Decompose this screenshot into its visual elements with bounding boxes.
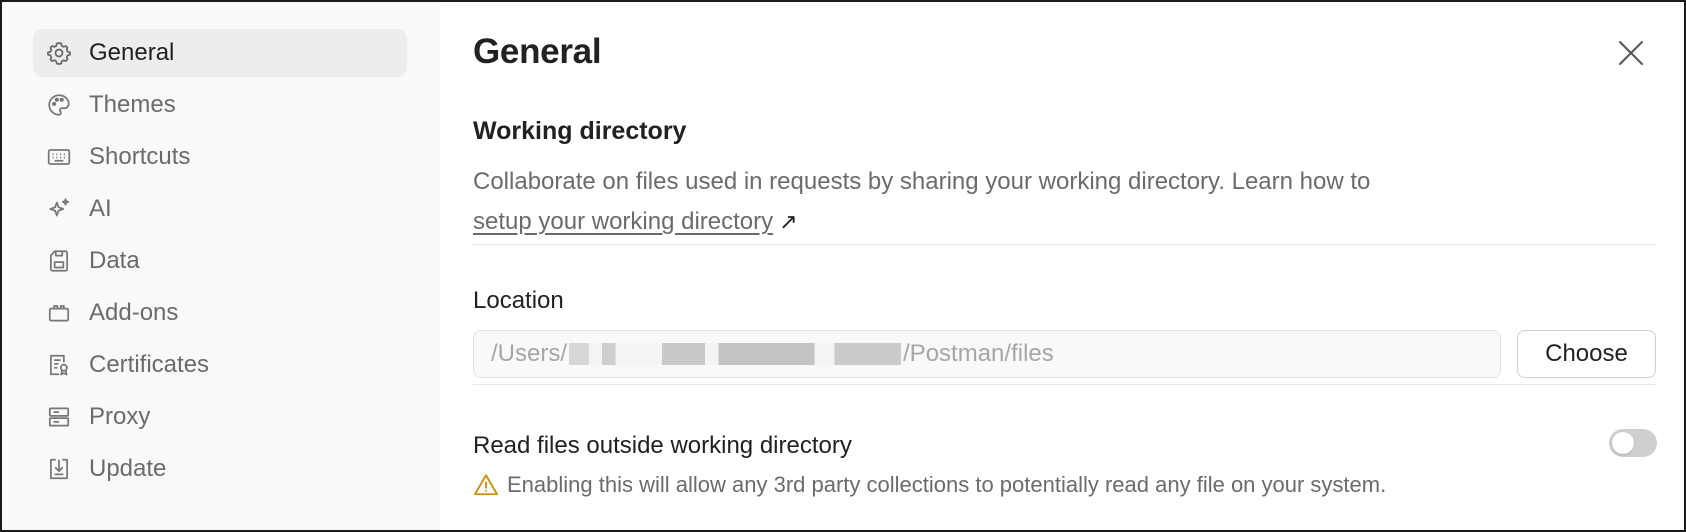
external-link-arrow-icon: ↗	[779, 209, 798, 234]
warning-text: Enabling this will allow any 3rd party c…	[507, 472, 1387, 497]
sidebar-item-themes[interactable]: Themes	[33, 81, 407, 129]
sidebar-item-label: Themes	[89, 91, 176, 118]
description-text: Collaborate on files used in requests by…	[473, 168, 1371, 195]
palette-icon	[46, 92, 72, 118]
gear-icon	[46, 40, 72, 66]
warning-message: Enabling this will allow any 3rd party c…	[473, 472, 1386, 498]
sidebar-item-label: General	[89, 39, 175, 66]
page-title: General	[473, 32, 602, 71]
sidebar-item-shortcuts[interactable]: Shortcuts	[33, 133, 407, 181]
puzzle-icon	[46, 300, 72, 326]
keyboard-icon	[46, 144, 72, 170]
sidebar-item-label: Add-ons	[89, 299, 179, 326]
path-suffix: /Postman/files	[903, 340, 1054, 367]
working-directory-heading: Working directory	[473, 117, 687, 145]
location-label: Location	[473, 287, 564, 314]
working-directory-path-field[interactable]: /Users/ /Postman/files	[473, 330, 1501, 378]
toggle-knob	[1612, 432, 1634, 454]
sidebar-item-label: Data	[89, 247, 140, 274]
redacted-username	[569, 343, 902, 365]
sparkle-icon	[46, 196, 72, 222]
close-button[interactable]	[1616, 38, 1646, 68]
sidebar-item-proxy[interactable]: Proxy	[33, 393, 407, 441]
choose-button[interactable]: Choose	[1517, 330, 1656, 378]
close-icon	[1619, 41, 1643, 65]
sidebar-item-add-ons[interactable]: Add-ons	[33, 289, 407, 337]
path-prefix: /Users/	[491, 340, 568, 367]
sidebar-item-update[interactable]: Update	[33, 445, 407, 493]
settings-content: General Working directory Collaborate on…	[440, 2, 1684, 530]
certificate-icon	[46, 352, 72, 378]
setup-working-directory-link[interactable]: setup your working directory	[473, 208, 773, 235]
divider	[473, 384, 1656, 385]
sidebar-item-label: Proxy	[89, 403, 151, 430]
download-icon	[46, 456, 72, 482]
sidebar-item-label: Update	[89, 455, 167, 482]
read-outside-label: Read files outside working directory	[473, 432, 852, 459]
server-icon	[46, 404, 72, 430]
divider	[473, 244, 1656, 245]
sidebar-item-data[interactable]: Data	[33, 237, 407, 285]
save-icon	[46, 248, 72, 274]
settings-window: General Themes Shortcuts AI Data Add-ons…	[0, 0, 1686, 532]
sidebar-item-label: Certificates	[89, 351, 210, 378]
warning-icon	[473, 474, 499, 496]
working-directory-description: Collaborate on files used in requests by…	[473, 162, 1373, 242]
read-outside-toggle[interactable]	[1609, 429, 1657, 457]
sidebar-item-general[interactable]: General	[33, 29, 407, 77]
sidebar-item-label: Shortcuts	[89, 143, 191, 170]
sidebar-item-label: AI	[89, 195, 112, 222]
settings-sidebar: General Themes Shortcuts AI Data Add-ons…	[2, 2, 440, 530]
sidebar-item-certificates[interactable]: Certificates	[33, 341, 407, 389]
sidebar-item-ai[interactable]: AI	[33, 185, 407, 233]
